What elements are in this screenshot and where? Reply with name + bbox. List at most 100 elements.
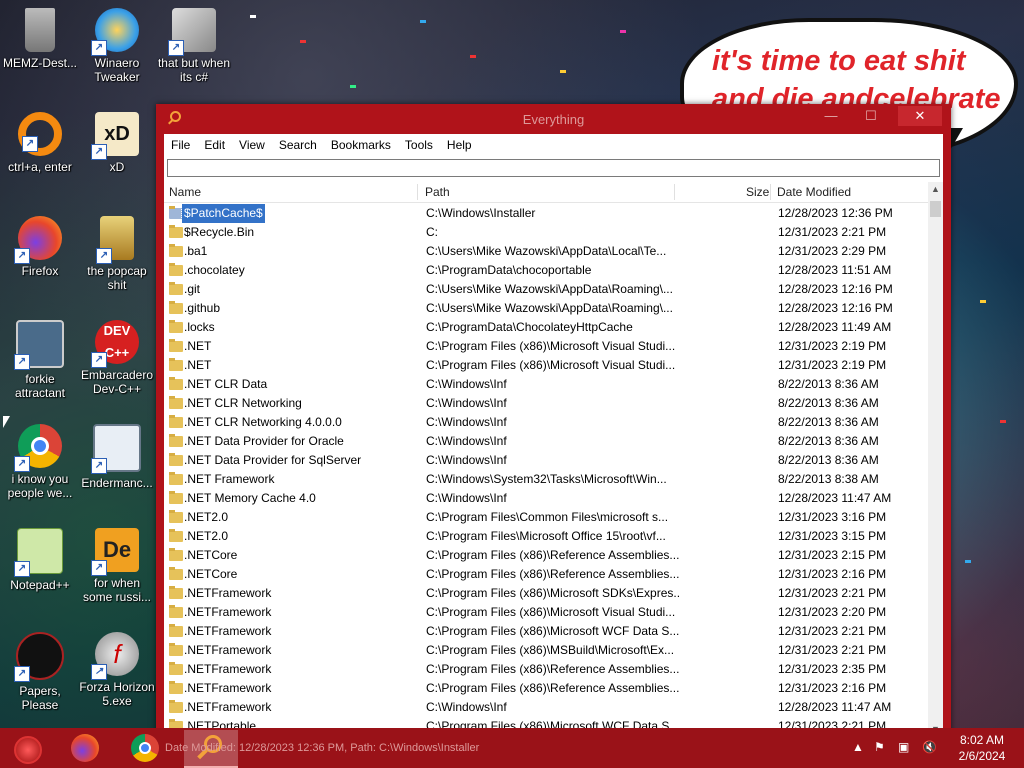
table-row[interactable]: .NET CLR Networking C:\Windows\Inf 8/22/20… [164, 394, 928, 413]
table-row[interactable]: .NET CLR Networking 4.0.0.0 C:\Windows\In… [164, 413, 928, 432]
table-row[interactable]: .NET Framework C:\Windows\System32\Tasks\… [164, 470, 928, 489]
desktop-icon-devcpp[interactable]: DEV C++ ↗ Embarcadero Dev-C++ [79, 320, 155, 396]
menu-edit[interactable]: Edit [197, 134, 232, 156]
row-name: .NET Memory Cache 4.0 [184, 491, 316, 505]
row-date-modified: 8/22/2013 8:36 AM [778, 377, 879, 391]
menu-view[interactable]: View [232, 134, 272, 156]
table-row[interactable]: .NETFramework C:\Program Files (x86)\Refe… [164, 660, 928, 679]
row-date-modified: 12/28/2023 12:16 PM [778, 282, 893, 296]
folder-icon [169, 529, 183, 542]
vertical-scrollbar[interactable]: ▲ ▼ [928, 182, 943, 737]
desktop-icon-xd[interactable]: xD ↗ xD [79, 112, 155, 174]
desktop-icon-winaero[interactable]: ↗ Winaero Tweaker [79, 8, 155, 84]
row-date-modified: 12/28/2023 12:16 PM [778, 301, 893, 315]
maximize-button[interactable]: ☐ [856, 106, 886, 126]
stacked-windows-icon: ↗ [168, 8, 216, 56]
window-icon: ↗ [91, 424, 141, 474]
desktop-icon-forza[interactable]: f ↗ Forza Horizon 5.exe [79, 632, 155, 708]
table-row[interactable]: .NET Data Provider for SqlServer C:\Windo… [164, 451, 928, 470]
table-row[interactable]: .NETFramework C:\Program Files (x86)\Micr… [164, 603, 928, 622]
menu-help[interactable]: Help [440, 134, 479, 156]
desktop-icon-forkie[interactable]: ↗ forkie attractant [2, 320, 78, 400]
row-date-modified: 12/31/2023 3:15 PM [778, 529, 887, 543]
row-path: C:\ProgramData\chocoportable [426, 263, 592, 277]
table-row[interactable]: .NET Memory Cache 4.0 C:\Windows\Inf 12/28… [164, 489, 928, 508]
column-header-size[interactable]: Size [746, 182, 769, 202]
taskbar: Date Modified: 12/28/2023 12:36 PM, Path… [0, 728, 1024, 768]
flag-icon[interactable]: ⚑ [874, 740, 885, 754]
menu-search[interactable]: Search [272, 134, 324, 156]
column-divider[interactable] [674, 184, 675, 200]
taskbar-firefox[interactable] [64, 730, 108, 766]
table-row[interactable]: .NETFramework C:\Program Files (x86)\Micr… [164, 622, 928, 641]
row-path: C: [426, 225, 438, 239]
row-path: C:\Program Files (x86)\Reference Assembl… [426, 681, 680, 695]
column-header-date-modified[interactable]: Date Modified [777, 182, 851, 202]
table-row[interactable]: .git C:\Users\Mike Wazowski\AppData\Roami… [164, 280, 928, 299]
devcpp-icon: DEV C++ ↗ [91, 320, 139, 368]
table-row[interactable]: $PatchCache$ C:\Windows\Installer 12/28/20… [164, 204, 928, 224]
table-row[interactable]: $Recycle.Bin C: 12/31/2023 2:21 PM [164, 223, 928, 242]
menu-file[interactable]: File [164, 134, 197, 156]
folder-icon [169, 662, 183, 675]
desktop-icon-firefox[interactable]: ↗ Firefox [2, 216, 78, 278]
folder-icon [169, 586, 183, 599]
close-button[interactable]: ✕ [898, 106, 942, 126]
desktop-icon-label: Notepad++ [10, 578, 70, 592]
column-header-path[interactable]: Path [425, 182, 450, 202]
table-row[interactable]: .NETFramework C:\Program Files (x86)\Micr… [164, 584, 928, 603]
desktop-icon-stacked[interactable]: ↗ that but when its c# [156, 8, 232, 84]
desktop-icon-endermanch[interactable]: ↗ Endermanc... [79, 424, 155, 490]
chevron-up-icon[interactable]: ▲ [852, 740, 864, 754]
table-row[interactable]: .locks C:\ProgramData\ChocolateyHttpCache… [164, 318, 928, 337]
desktop-icon-memz[interactable]: MEMZ-Dest... [2, 8, 78, 70]
scrollbar-thumb[interactable] [930, 201, 941, 217]
column-header-name[interactable]: Name [169, 182, 201, 202]
table-row[interactable]: .NETFramework C:\Windows\Inf 12/28/2023 11… [164, 698, 928, 717]
folder-icon [169, 358, 183, 371]
table-row[interactable]: .chocolatey C:\ProgramData\chocoportable 1… [164, 261, 928, 280]
table-row[interactable]: .NETFramework C:\Program Files (x86)\Refe… [164, 679, 928, 698]
column-divider[interactable] [770, 184, 771, 200]
minimize-button[interactable]: — [816, 106, 846, 126]
column-divider[interactable] [417, 184, 418, 200]
row-name: $PatchCache$ [181, 204, 266, 224]
desktop-icon-ctrl-a[interactable]: ↗ ctrl+a, enter [2, 112, 78, 174]
clock[interactable]: 8:02 AM 2/6/2024 [950, 732, 1014, 764]
table-row[interactable]: .NET CLR Data C:\Windows\Inf 8/22/2013 8:3… [164, 375, 928, 394]
table-row[interactable]: .github C:\Users\Mike Wazowski\AppData\Ro… [164, 299, 928, 318]
start-button[interactable] [4, 730, 48, 766]
desktop-icon-popcap[interactable]: ↗ the popcap shit [79, 216, 155, 292]
taskbar-chrome[interactable] [124, 730, 168, 766]
table-row[interactable]: .NETCore C:\Program Files (x86)\Reference… [164, 546, 928, 565]
folder-icon [169, 548, 183, 561]
menu-bookmarks[interactable]: Bookmarks [324, 134, 398, 156]
row-path: C:\Users\Mike Wazowski\AppData\Local\Te.… [426, 244, 667, 258]
folder-icon [169, 453, 183, 466]
table-row[interactable]: .NET Data Provider for Oracle C:\Windows\… [164, 432, 928, 451]
gear-monitor-icon: ↗ [14, 320, 64, 370]
desktop-icon-papers-please[interactable]: ↗ Papers, Please [2, 632, 78, 712]
folder-icon [169, 339, 183, 352]
table-row[interactable]: .NET C:\Program Files (x86)\Microsoft Vis… [164, 337, 928, 356]
table-row[interactable]: .NETCore C:\Program Files (x86)\Reference… [164, 565, 928, 584]
desktop-icon-chrome[interactable]: ↗ i know you people we... [2, 424, 78, 500]
table-row[interactable]: .NET2.0 C:\Program Files\Common Files\mic… [164, 508, 928, 527]
mouse-cursor-icon [3, 416, 10, 428]
network-icon[interactable]: ▣ [898, 740, 909, 754]
row-date-modified: 12/31/2023 2:19 PM [778, 339, 887, 353]
table-row[interactable]: .NETFramework C:\Program Files (x86)\MSBu… [164, 641, 928, 660]
desktop-icon-russian[interactable]: De ↗ for when some russi... [79, 528, 155, 604]
scroll-up-arrow-icon[interactable]: ▲ [928, 182, 943, 197]
volume-muted-icon[interactable]: 🔇 [922, 740, 937, 754]
row-name: .NETFramework [184, 700, 272, 714]
search-input[interactable] [167, 159, 940, 177]
desktop-icon-notepadpp[interactable]: ↗ Notepad++ [2, 528, 78, 592]
table-row[interactable]: .NET2.0 C:\Program Files\Microsoft Office… [164, 527, 928, 546]
title-bar[interactable]: Everything — ☐ ✕ [156, 104, 951, 134]
row-path: C:\Program Files (x86)\Microsoft Visual … [426, 605, 676, 619]
row-date-modified: 8/22/2013 8:36 AM [778, 415, 879, 429]
table-row[interactable]: .NET C:\Program Files (x86)\Microsoft Vis… [164, 356, 928, 375]
table-row[interactable]: .ba1 C:\Users\Mike Wazowski\AppData\Local… [164, 242, 928, 261]
menu-tools[interactable]: Tools [398, 134, 440, 156]
